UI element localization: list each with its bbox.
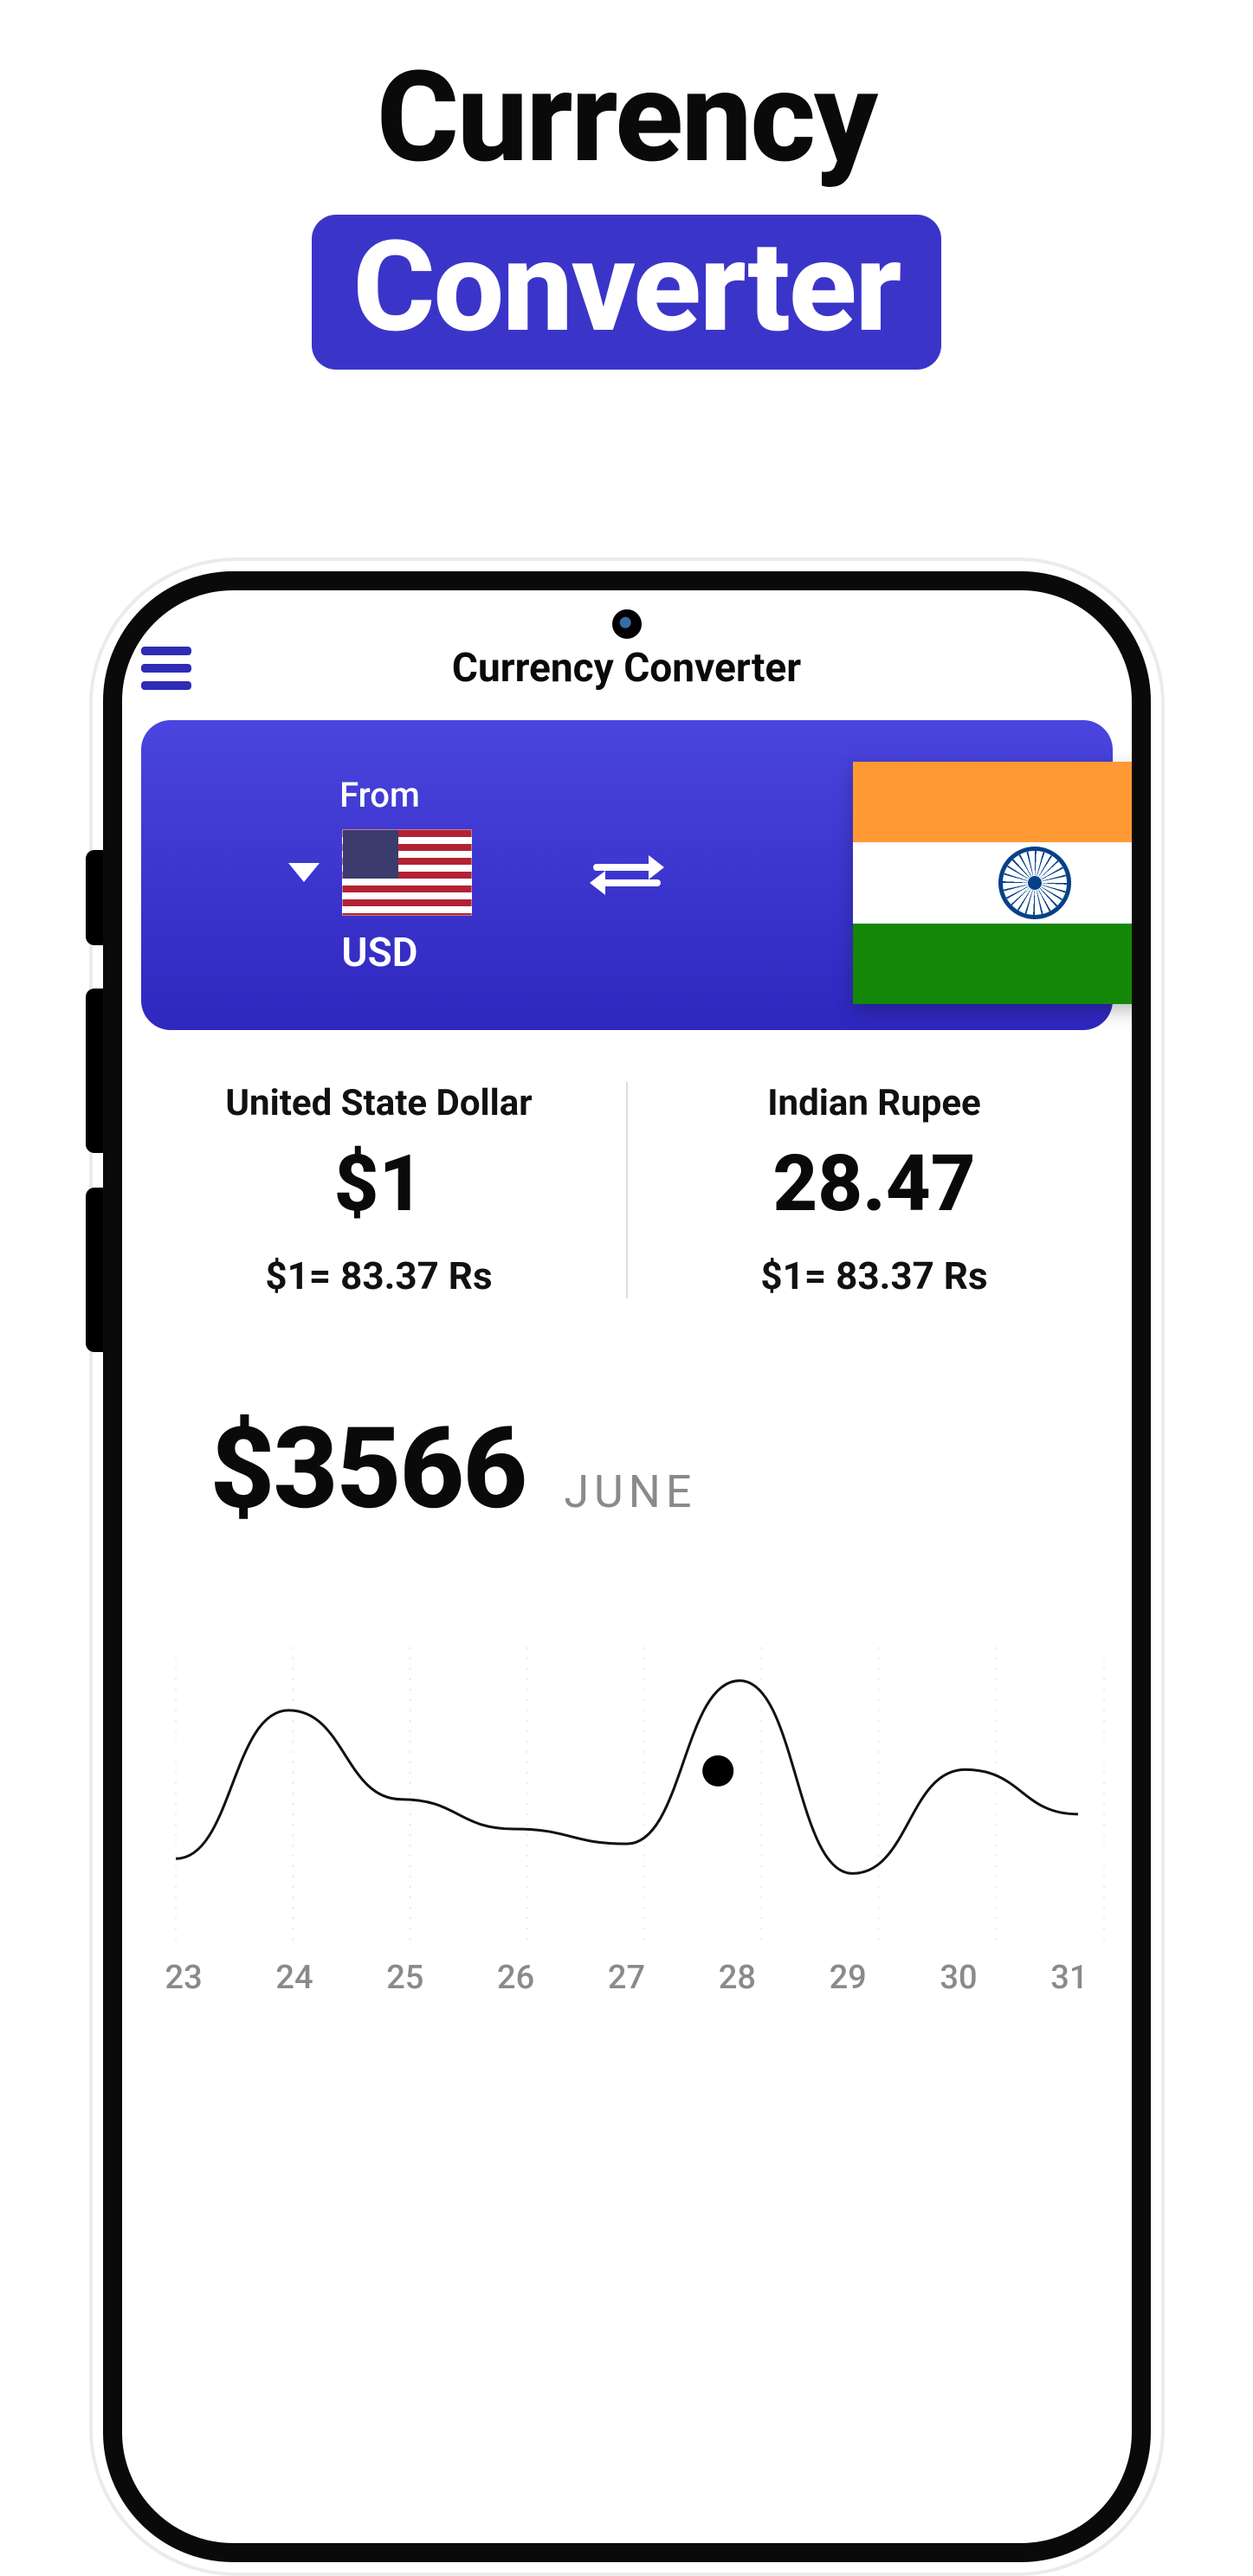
x-tick: 30 — [940, 1959, 977, 1997]
x-tick: 29 — [830, 1959, 867, 1997]
summary-amount: $3566 — [210, 1402, 526, 1535]
left-currency-value: $1 — [141, 1138, 617, 1229]
swap-button[interactable] — [593, 841, 661, 909]
from-label: From — [339, 775, 420, 815]
page-headline: Currency Converter — [0, 52, 1253, 370]
phone-frame: Currency Converter From USD — [103, 571, 1151, 2562]
chevron-down-icon — [288, 863, 320, 882]
app-title: Currency Converter — [141, 645, 1113, 692]
x-tick: 24 — [275, 1959, 313, 1997]
chart-grid — [176, 1647, 1104, 1942]
trend-chart[interactable] — [141, 1595, 1113, 1942]
phone-side-button — [86, 850, 103, 945]
right-currency-value: 28.47 — [636, 1138, 1113, 1229]
from-currency-code: USD — [341, 930, 417, 976]
x-tick: 31 — [1050, 1959, 1088, 1997]
phone-volume-up-button — [86, 989, 103, 1153]
right-currency-name: Indian Rupee — [636, 1082, 1113, 1124]
from-currency-selector[interactable]: From USD — [167, 775, 593, 976]
phone-volume-down-button — [86, 1188, 103, 1352]
summary-month: JUNE — [564, 1465, 696, 1518]
headline-line-2: Converter — [312, 215, 942, 369]
converter-card: From USD — [141, 720, 1113, 1030]
summary-row: $3566 JUNE — [210, 1402, 1113, 1535]
chart-svg — [141, 1595, 1113, 1942]
x-tick: 26 — [497, 1959, 534, 1997]
app-screen: Currency Converter From USD — [122, 590, 1132, 2543]
chart-line — [176, 1681, 1078, 1874]
ashoka-chakra-icon — [998, 847, 1071, 919]
left-currency-rate: $1= 83.37 Rs — [141, 1253, 617, 1298]
divider — [626, 1082, 628, 1298]
x-tick: 28 — [719, 1959, 756, 1997]
flag-in-icon — [853, 762, 1132, 1004]
flag-us-icon — [342, 829, 472, 916]
app-bar: Currency Converter — [141, 590, 1113, 720]
headline-line-1: Currency — [0, 52, 1253, 184]
chart-highlight-dot — [702, 1755, 733, 1787]
arrow-left-icon — [593, 879, 661, 886]
arrow-right-icon — [593, 864, 661, 871]
x-tick: 27 — [608, 1959, 645, 1997]
rate-left: United State Dollar $1 $1= 83.37 Rs — [141, 1082, 617, 1298]
right-currency-rate: $1= 83.37 Rs — [636, 1253, 1113, 1298]
x-tick: 25 — [386, 1959, 423, 1997]
chart-x-axis: 23 24 25 26 27 28 29 30 31 — [141, 1959, 1113, 1997]
x-tick: 23 — [165, 1959, 203, 1997]
rate-right: Indian Rupee 28.47 $1= 83.37 Rs — [636, 1082, 1113, 1298]
rates-section: United State Dollar $1 $1= 83.37 Rs Indi… — [141, 1082, 1113, 1298]
left-currency-name: United State Dollar — [141, 1082, 617, 1124]
